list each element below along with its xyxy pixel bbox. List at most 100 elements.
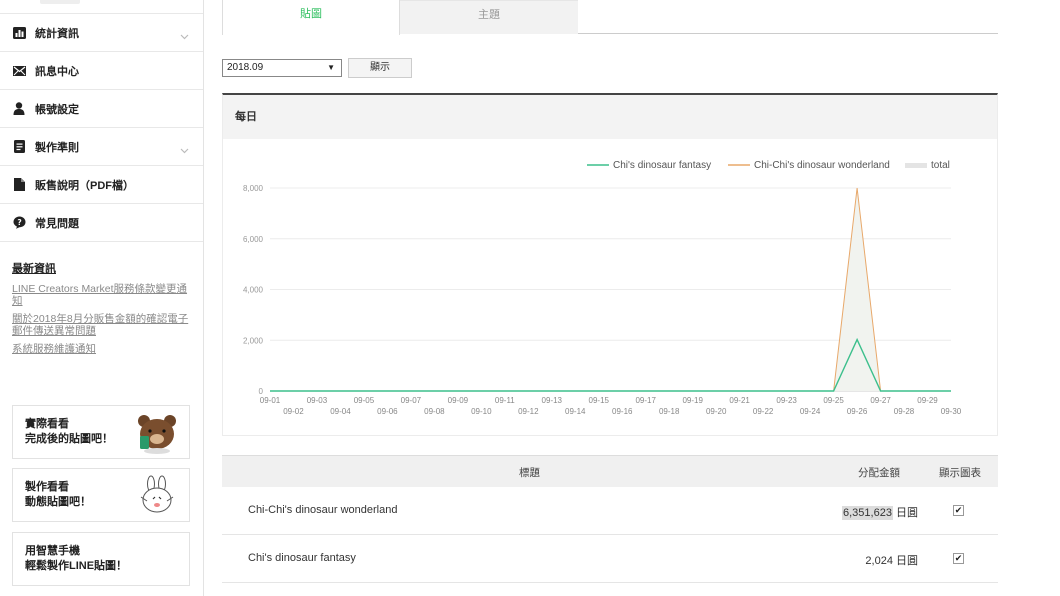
amount-value: 2,024 [865, 555, 893, 567]
sales-table: 標題 分配金額 顯示圖表 Chi-Chi's dinosaur wonderla… [222, 455, 998, 583]
sidebar-item-label: 販售說明（PDF檔） [35, 179, 134, 192]
chart-title: 每日 [223, 95, 997, 139]
news-link[interactable]: 系統服務維護通知 [12, 343, 191, 355]
x-tick-label: 09-26 [847, 407, 868, 416]
x-tick-label: 09-30 [941, 407, 962, 416]
envelope-icon [12, 64, 26, 78]
x-tick-label: 09-22 [753, 407, 774, 416]
month-select-value: 2018.09 [227, 62, 264, 73]
sidebar-top-stub [0, 0, 203, 14]
y-tick-label: 2,000 [243, 336, 264, 345]
x-tick-label: 09-04 [330, 407, 351, 416]
sidebar-item-faq[interactable]: ? 常見問題 [0, 204, 203, 242]
sidebar-item-account[interactable]: 帳號設定 [0, 90, 203, 128]
x-tick-label: 09-06 [377, 407, 398, 416]
x-tick-label: 09-07 [401, 396, 422, 405]
caret-down-icon: ▼ [327, 63, 335, 72]
x-tick-label: 09-10 [471, 407, 492, 416]
promo-banner-smartphone[interactable]: 用智慧手機 輕鬆製作LINE貼圖！ [12, 532, 190, 586]
sidebar-item-statistics[interactable]: 統計資訊 [0, 14, 203, 52]
legend-label: total [931, 160, 950, 171]
document-icon [12, 140, 26, 154]
sidebar-item-guidelines[interactable]: 製作準則 [0, 128, 203, 166]
question-icon: ? [12, 216, 26, 230]
promo-banner-preview[interactable]: 實際看看 完成後的貼圖吧！ [12, 405, 190, 459]
x-tick-label: 09-03 [307, 396, 328, 405]
x-tick-label: 09-25 [823, 396, 844, 405]
show-button[interactable]: 顯示 [348, 58, 412, 78]
x-tick-label: 09-19 [682, 396, 703, 405]
x-tick-label: 09-08 [424, 407, 445, 416]
x-tick-label: 09-05 [354, 396, 375, 405]
y-tick-label: 0 [259, 387, 264, 396]
x-tick-label: 09-14 [565, 407, 586, 416]
cony-rabbit-illustration [140, 475, 174, 513]
table-row: Chi-Chi's dinosaur wonderland 6,351,623 … [222, 487, 998, 535]
person-icon [12, 102, 26, 116]
x-tick-label: 09-12 [518, 407, 539, 416]
header-amount: 分配金額 [858, 467, 900, 479]
x-tick-label: 09-16 [612, 407, 633, 416]
x-tick-label: 09-01 [260, 396, 281, 405]
amount-unit: 日圓 [896, 507, 918, 519]
bar-chart-icon [12, 26, 26, 40]
show-chart-checkbox[interactable]: ✔ [953, 553, 964, 564]
x-tick-label: 09-29 [917, 396, 938, 405]
tab-bar: 貼圖 主題 [222, 0, 998, 35]
tab-stickers[interactable]: 貼圖 [222, 0, 400, 35]
legend-swatch [905, 163, 927, 168]
y-tick-label: 6,000 [243, 235, 264, 244]
sidebar: 統計資訊 訊息中心 帳號設定 製作準則 販售說明（PDF檔） ? 常見問題 最新 [0, 0, 204, 596]
promo-text: 製作看看 動態貼圖吧！ [25, 480, 91, 510]
x-tick-label: 09-02 [283, 407, 304, 416]
promo-line: 用智慧手機 [25, 545, 80, 557]
row-title: Chi-Chi's dinosaur wonderland [248, 504, 398, 516]
news-title[interactable]: 最新資訊 [12, 260, 191, 276]
month-select[interactable]: 2018.09 ▼ [222, 59, 342, 77]
legend-label: Chi-Chi's dinosaur wonderland [754, 160, 890, 171]
x-tick-label: 09-18 [659, 407, 680, 416]
x-tick-label: 09-15 [589, 396, 610, 405]
file-icon [12, 178, 26, 192]
row-title: Chi's dinosaur fantasy [248, 552, 356, 564]
sidebar-item-label: 製作準則 [35, 141, 79, 154]
legend-label: Chi's dinosaur fantasy [613, 160, 711, 171]
x-tick-label: 09-21 [729, 396, 750, 405]
x-tick-label: 09-27 [870, 396, 891, 405]
x-tick-label: 09-20 [706, 407, 727, 416]
row-amount: 2,024 日圓 [865, 552, 918, 568]
news-link[interactable]: 關於2018年8月分販售金額的確認電子郵件傳送異常問題 [12, 313, 191, 337]
news-link[interactable]: LINE Creators Market服務條款變更通知 [12, 283, 191, 307]
tab-themes[interactable]: 主題 [400, 0, 578, 34]
x-tick-label: 09-23 [776, 396, 797, 405]
chart-panel: 每日 0 2,000 4,000 6,000 8,000 09-01 09-02 09-03 0… [222, 93, 998, 436]
daily-chart: 02,0004,0006,0008,00009-0109-0209-0309-0… [243, 160, 962, 416]
amount-unit: 日圓 [896, 555, 918, 567]
row-amount: 6,351,623 日圓 [842, 504, 918, 520]
promo-text: 實際看看 完成後的貼圖吧！ [25, 417, 113, 447]
sidebar-item-label: 常見問題 [35, 217, 79, 230]
chevron-down-icon [180, 141, 189, 159]
promo-line: 動態貼圖吧！ [25, 496, 91, 508]
sidebar-item-label: 訊息中心 [35, 65, 79, 78]
x-tick-label: 09-28 [894, 407, 915, 416]
table-header: 標題 分配金額 顯示圖表 [222, 455, 998, 487]
promo-line: 輕鬆製作LINE貼圖！ [25, 560, 128, 572]
promo-banner-animated[interactable]: 製作看看 動態貼圖吧！ [12, 468, 190, 522]
sidebar-item-sales-guide[interactable]: 販售說明（PDF檔） [0, 166, 203, 204]
show-chart-checkbox[interactable]: ✔ [953, 505, 964, 516]
svg-text:?: ? [17, 218, 21, 227]
amount-value: 6,351,623 [842, 506, 893, 520]
header-title: 標題 [519, 467, 540, 479]
promo-line: 製作看看 [25, 481, 69, 493]
sidebar-item-label: 統計資訊 [35, 27, 79, 40]
x-tick-label: 09-24 [800, 407, 821, 416]
promo-line: 實際看看 [25, 418, 69, 430]
table-row: Chi's dinosaur fantasy 2,024 日圓 ✔ [222, 535, 998, 583]
header-show-chart: 顯示圖表 [939, 467, 981, 479]
sidebar-item-messages[interactable]: 訊息中心 [0, 52, 203, 90]
x-tick-label: 09-13 [542, 396, 563, 405]
x-tick-label: 09-09 [448, 396, 469, 405]
chevron-down-icon [180, 27, 189, 45]
x-tick-label: 09-11 [495, 396, 515, 405]
